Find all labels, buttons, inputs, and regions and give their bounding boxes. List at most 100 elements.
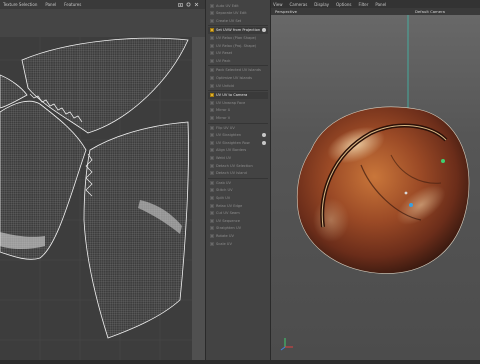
menu-item-checkbox-icon[interactable]	[210, 163, 214, 168]
menu-item-checkbox-icon[interactable]	[210, 28, 214, 33]
menu-item[interactable]: Detach UV Selection	[208, 162, 268, 169]
menu-item-checkbox-icon[interactable]	[210, 140, 214, 145]
viewport-menu-view[interactable]: View	[273, 2, 283, 7]
options-icon[interactable]	[262, 140, 266, 145]
uv-menu-item-1[interactable]: Panel	[45, 2, 56, 7]
menu-item[interactable]: Flip UV UV	[208, 124, 268, 131]
menu-item[interactable]: UV UV to Camera	[208, 91, 268, 99]
options-icon[interactable]	[262, 28, 266, 33]
menu-item[interactable]: Auto UV Edit	[208, 2, 268, 9]
menu-item-label: UV Relax (Plan Shape)	[216, 35, 257, 40]
menu-item-checkbox-icon[interactable]	[210, 188, 214, 193]
uv-scrollbar[interactable]	[192, 37, 205, 360]
viewport-menu-display[interactable]: Display	[314, 2, 329, 7]
menu-item[interactable]: Optimize UV Islands	[208, 74, 268, 81]
menu-item-checkbox-icon[interactable]	[210, 211, 214, 216]
menu-item-label: Weld UV	[216, 155, 232, 160]
menu-item-checkbox-icon[interactable]	[210, 43, 214, 48]
menu-item-checkbox-icon[interactable]	[210, 133, 214, 138]
menu-item-checkbox-icon[interactable]	[210, 195, 214, 200]
menu-item[interactable]: Pack Selected UV Islands	[208, 67, 268, 74]
menu-item[interactable]: Grab UV	[208, 179, 268, 186]
viewport-menu-panel[interactable]: Panel	[375, 2, 386, 7]
menu-item[interactable]: UV Straighten Row	[208, 139, 268, 146]
menu-item-checkbox-icon[interactable]	[210, 58, 214, 63]
settings-icon[interactable]	[186, 2, 191, 7]
camera-name[interactable]: Default Camera	[415, 9, 445, 14]
menu-item[interactable]: UV Pack	[208, 57, 268, 64]
uv-menu-item-2[interactable]: Features	[64, 2, 81, 7]
menu-item[interactable]: Mirror U	[208, 107, 268, 114]
options-icon[interactable]	[262, 133, 266, 138]
menu-item[interactable]: Detach UV Island	[208, 170, 268, 177]
menu-item[interactable]: Straighten UV	[208, 225, 268, 232]
uv-menu-item-0[interactable]: Texture Selection	[3, 2, 37, 7]
gizmo-marker-blue	[409, 203, 413, 207]
menu-item[interactable]: Cut UV Seam	[208, 210, 268, 217]
menu-item[interactable]: Weld UV	[208, 154, 268, 161]
menu-item-checkbox-icon[interactable]	[210, 233, 214, 238]
menu-item-checkbox-icon[interactable]	[210, 108, 214, 113]
menu-item[interactable]: Set UVW from Projection	[208, 26, 268, 34]
menu-item-checkbox-icon[interactable]	[210, 35, 214, 40]
3d-view[interactable]	[271, 15, 480, 360]
uv-canvas[interactable]	[0, 37, 192, 360]
menu-item-label: Grab UV	[216, 180, 231, 185]
menu-item[interactable]: Create UV Set	[208, 17, 268, 24]
menu-item[interactable]: Rotate UV	[208, 232, 268, 239]
menu-item-checkbox-icon[interactable]	[210, 203, 214, 208]
menu-item-checkbox-icon[interactable]	[210, 125, 214, 130]
menu-item[interactable]: UV Relax (Plan Shape)	[208, 34, 268, 41]
menu-item[interactable]: Align UV Borders	[208, 147, 268, 154]
menu-item[interactable]: UV Straighten	[208, 132, 268, 139]
menu-item[interactable]: Stitch UV	[208, 187, 268, 194]
menu-item-label: Mirror U	[216, 108, 231, 113]
viewport-menu-filter[interactable]: Filter	[358, 2, 368, 7]
menu-item-checkbox-icon[interactable]	[210, 241, 214, 246]
menu-item[interactable]: UV Unfold	[208, 82, 268, 89]
menu-item[interactable]: Mirror V	[208, 114, 268, 121]
viewport-menu-options[interactable]: Options	[336, 2, 351, 7]
menu-item[interactable]: Separate UV Edit	[208, 10, 268, 17]
menu-item-checkbox-icon[interactable]	[210, 18, 214, 23]
menu-item-checkbox-icon[interactable]	[210, 3, 214, 8]
walnut-shell-model	[296, 106, 470, 274]
menu-item-checkbox-icon[interactable]	[210, 93, 214, 98]
uv-islands	[0, 37, 192, 360]
axis-indicator-icon	[280, 338, 293, 351]
menu-item-checkbox-icon[interactable]	[210, 51, 214, 56]
menu-item[interactable]: UV Reset	[208, 50, 268, 57]
camera-icon[interactable]	[178, 2, 183, 7]
viewport-menu-cameras[interactable]: Cameras	[290, 2, 308, 7]
menu-item-checkbox-icon[interactable]	[210, 226, 214, 231]
menu-item-label: Align UV Borders	[216, 148, 247, 153]
menu-item[interactable]: UV Relax (Proj. Shape)	[208, 42, 268, 49]
menu-item-checkbox-icon[interactable]	[210, 155, 214, 160]
menu-item-checkbox-icon[interactable]	[210, 180, 214, 185]
menu-item-label: Stitch UV	[216, 188, 233, 193]
menu-item[interactable]: Scale UV	[208, 240, 268, 247]
menu-item-checkbox-icon[interactable]	[210, 11, 214, 16]
uv-island-right	[83, 121, 189, 339]
menu-item-checkbox-icon[interactable]	[210, 115, 214, 120]
menu-item-checkbox-icon[interactable]	[210, 218, 214, 223]
menu-item-label: UV Straighten Row	[216, 140, 250, 145]
uv-toolbar	[0, 9, 205, 37]
menu-item-label: UV Straighten	[216, 133, 242, 138]
view-name: Perspective	[275, 9, 297, 14]
menu-item[interactable]: UV Unwrap Face	[208, 99, 268, 106]
menu-item-checkbox-icon[interactable]	[210, 171, 214, 176]
menu-item-label: Split UV	[216, 195, 231, 200]
menu-item-label: UV Pack	[216, 58, 231, 63]
menu-item-checkbox-icon[interactable]	[210, 100, 214, 105]
menu-item-checkbox-icon[interactable]	[210, 83, 214, 88]
menu-item-label: UV Sequence	[216, 218, 240, 223]
menu-item[interactable]: UV Sequence	[208, 217, 268, 224]
menu-item[interactable]: Split UV	[208, 194, 268, 201]
close-icon[interactable]	[194, 2, 199, 7]
viewport-panel: View Cameras Display Options Filter Pane…	[271, 0, 480, 360]
menu-item-checkbox-icon[interactable]	[210, 68, 214, 73]
menu-item-checkbox-icon[interactable]	[210, 75, 214, 80]
menu-item-checkbox-icon[interactable]	[210, 148, 214, 153]
menu-item[interactable]: Relax UV Edge	[208, 202, 268, 209]
